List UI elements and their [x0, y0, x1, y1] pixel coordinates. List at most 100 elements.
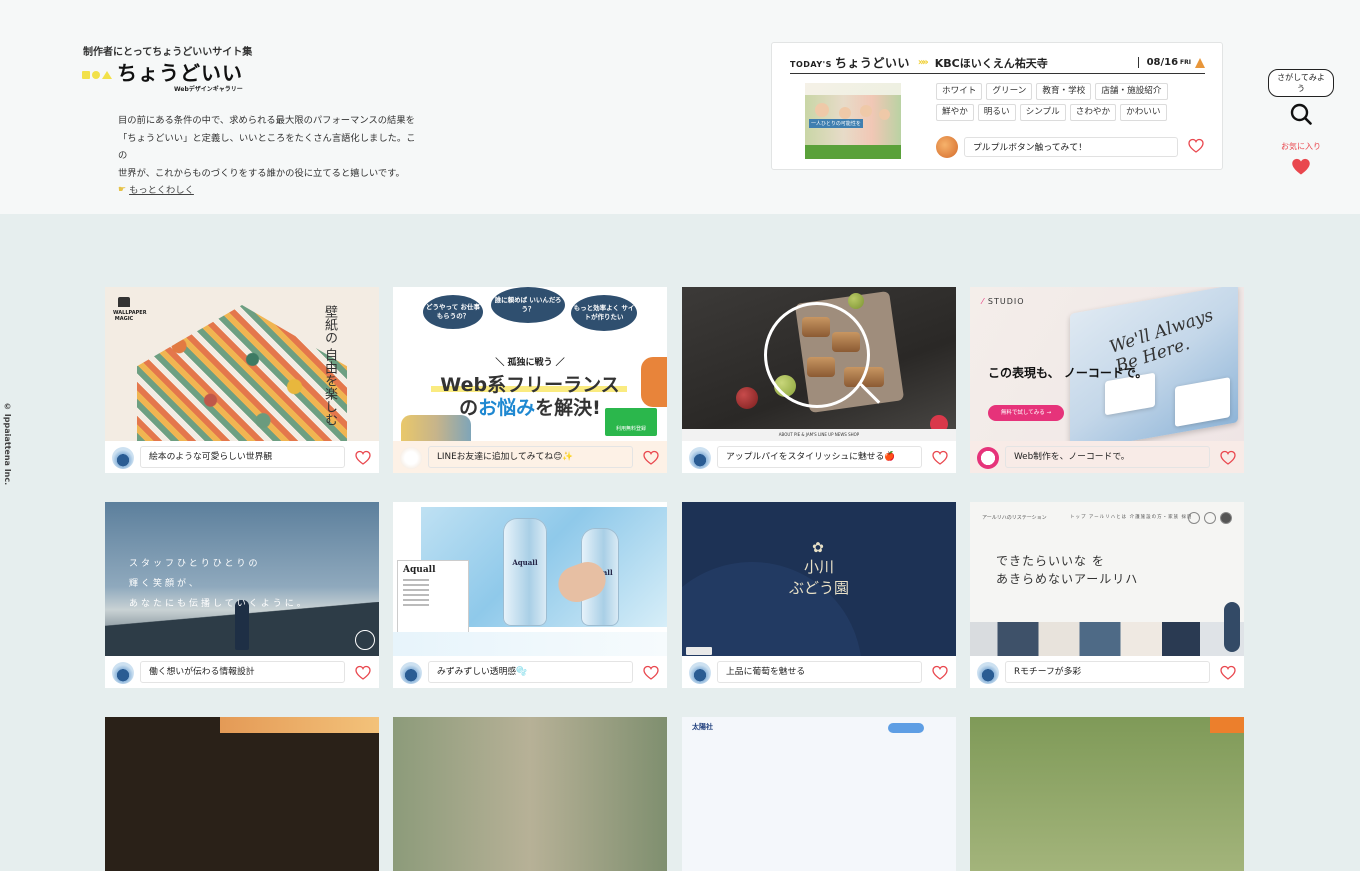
apple [736, 387, 758, 409]
avatar [112, 447, 134, 469]
today-label: TODAY'S ちょうどいい [790, 56, 910, 70]
tag[interactable]: ホワイト [936, 83, 983, 100]
gallery-card[interactable]: ⁄ STUDIO We'll Always Be Here. この表現も、 ノー… [970, 287, 1244, 473]
search-icon[interactable] [1290, 103, 1312, 125]
card-thumbnail[interactable]: どうやって お仕事もらうの？ 誰に頼めば いいんだろう？ もっと効率よく サイト… [393, 287, 667, 441]
heart-outline-icon[interactable] [1220, 450, 1236, 466]
heart-outline-icon[interactable] [932, 665, 948, 681]
animal-characters-illustration [401, 415, 471, 441]
gallery-card[interactable]: Aquall Aquall Aquall みずみずしい透明感🫧 [393, 502, 667, 688]
thumb-nav-icon [1220, 512, 1232, 524]
favorites-label[interactable]: お気に入り [1268, 141, 1334, 152]
thumb-nav-icon [1204, 512, 1216, 524]
card-thumbnail[interactable]: アールリハのリステーション トップ アールリハとは 介護施設の方・家族 採用 で… [970, 502, 1244, 656]
thumb-bubble: 誰に頼めば いいんだろう？ [491, 287, 565, 323]
thumb-bottom [393, 632, 667, 656]
tag[interactable]: 鮮やか [936, 104, 974, 121]
card-thumbnail[interactable]: ⁄ STUDIO We'll Always Be Here. この表現も、 ノー… [970, 287, 1244, 441]
grape-icon: ✿ [812, 540, 826, 556]
heart-outline-icon[interactable] [1188, 138, 1204, 154]
todays-pick-card[interactable]: TODAY'S ちょうどいい »» KBCほいくえん祐天寺 08/16 FRI 一人… [771, 42, 1223, 170]
heart-outline-icon[interactable] [643, 450, 659, 466]
staff-photo [970, 622, 1244, 656]
thumb-subheading: ＼ 孤独に戦う ／ [495, 358, 565, 368]
thumb-graphic [220, 717, 379, 733]
heart-outline-icon[interactable] [355, 450, 371, 466]
play-icon [355, 630, 375, 650]
side-badge [1224, 602, 1240, 652]
gallery-card[interactable]: ✿ 小川 ぶどう園 上品に葡萄を魅せる [682, 502, 956, 688]
tag[interactable]: 明るい [977, 104, 1016, 121]
tag[interactable]: シンプル [1019, 104, 1066, 121]
gallery-card[interactable]: ABOUT PIE & JAM'S LINE UP NEWS SHOP アップル… [682, 287, 956, 473]
today-site-avatar [936, 136, 958, 158]
floral-house-illustration [137, 305, 347, 441]
gallery-card[interactable]: スタッフひとりひとりの 輝く笑顔が、 あなたにも伝播していくように。 働く想いが… [105, 502, 379, 688]
today-date: 08/16 FRI [1137, 57, 1205, 68]
avatar [400, 447, 422, 469]
card-caption: 働く想いが伝わる情報設計 [140, 661, 345, 683]
card-thumbnail[interactable] [970, 717, 1244, 871]
gallery-card[interactable] [105, 717, 379, 871]
apple [848, 293, 864, 309]
card-thumbnail[interactable]: WALLPAPER MAGIC 壁紙の 自由を楽しむ [105, 287, 379, 441]
logo-text: ちょうどいい [117, 61, 243, 85]
avatar [689, 662, 711, 684]
search-area: さがしてみよう お気に入り [1268, 69, 1334, 181]
card-thumbnail[interactable] [105, 717, 379, 871]
card-thumbnail[interactable]: スタッフひとりひとりの 輝く笑顔が、 あなたにも伝播していくように。 [105, 502, 379, 656]
intro-line: 目の前にある条件の中で、求められる最大限のパフォーマンスの結果を [118, 115, 415, 126]
gallery-card[interactable] [970, 717, 1244, 871]
gallery-card[interactable]: WALLPAPER MAGIC 壁紙の 自由を楽しむ 絵本のような可愛らしい世界… [105, 287, 379, 473]
gallery-card[interactable]: どうやって お仕事もらうの？ 誰に頼めば いいんだろう？ もっと効率よく サイト… [393, 287, 667, 473]
card-thumbnail[interactable] [393, 717, 667, 871]
site-logo[interactable]: ちょうどいい Webデザインギャラリー [82, 61, 243, 93]
card-footer: アップルパイをスタイリッシュに魅せる🍎 [682, 441, 956, 473]
pizza-icon [1195, 57, 1205, 68]
logo-subtitle: Webデザインギャラリー [174, 86, 243, 93]
card-footer: LINEお友達に追加してみてね😊✨ [393, 441, 667, 473]
thumb-nav-icon [1188, 512, 1200, 524]
today-thumbnail[interactable]: 一人ひとりの可能性を [805, 83, 901, 159]
gallery-card[interactable] [393, 717, 667, 871]
grape-emblem: ✿ 小川 ぶどう園 [779, 540, 859, 598]
more-link[interactable]: ☛ もっとくわしく [118, 182, 418, 200]
card-thumbnail[interactable]: 太陽社 [682, 717, 956, 871]
thumb-copy: スタッフひとりひとりの 輝く笑顔が、 あなたにも伝播していくように。 [129, 559, 309, 609]
heart-outline-icon[interactable] [932, 450, 948, 466]
gallery-card[interactable]: アールリハのリステーション トップ アールリハとは 介護施設の方・家族 採用 で… [970, 502, 1244, 688]
double-arrow-icon: »» [917, 57, 929, 68]
card-thumbnail[interactable]: ABOUT PIE & JAM'S LINE UP NEWS SHOP [682, 287, 956, 441]
card-caption: 絵本のような可愛らしい世界観 [140, 446, 345, 468]
heart-outline-icon[interactable] [355, 665, 371, 681]
card-footer: みずみずしい透明感🫧 [393, 656, 667, 688]
avatar [400, 662, 422, 684]
search-bubble: さがしてみよう [1268, 69, 1334, 97]
tagline: 制作者にとってちょうどいいサイト集 [83, 47, 253, 58]
tag[interactable]: 教育・学校 [1036, 83, 1092, 100]
thumb-heading: 壁紙の 自由を楽しむ [322, 305, 337, 427]
thumb-bubble: もっと効率よく サイトが作りたい [571, 295, 637, 331]
intro-line: 「ちょうどいい」と定義し、いいところをたくさん言語化しました。この [118, 132, 416, 162]
heart-filled-icon[interactable] [1290, 157, 1312, 177]
tag[interactable]: さわやか [1069, 104, 1117, 121]
thumbnail-title: 一人ひとりの可能性を [809, 119, 863, 128]
card-thumbnail[interactable]: ✿ 小川 ぶどう園 [682, 502, 956, 656]
thumb-button: 無料で試してみる → [988, 405, 1064, 421]
heart-outline-icon[interactable] [1220, 665, 1236, 681]
heart-outline-icon[interactable] [643, 665, 659, 681]
card-footer: 上品に葡萄を魅せる [682, 656, 956, 688]
thumb-logo: ⁄ STUDIO [982, 297, 1025, 306]
tag[interactable]: 店舗・施設紹介 [1095, 83, 1168, 100]
tag[interactable]: グリーン [986, 83, 1033, 100]
more-link-label: もっとくわしく [129, 185, 194, 196]
tag[interactable]: かわいい [1120, 104, 1167, 121]
card-footer: Web制作を、ノーコードで。 [970, 441, 1244, 473]
card-thumbnail[interactable]: Aquall Aquall Aquall [393, 502, 667, 656]
card-caption: Rモチーフが多彩 [1005, 661, 1210, 683]
card-footer: 働く想いが伝わる情報設計 [105, 656, 379, 688]
gallery-card[interactable]: 太陽社 [682, 717, 956, 871]
today-site-name[interactable]: KBCほいくえん祐天寺 [935, 55, 1048, 71]
intro-line: 世界が、これからものづくりをする誰かの役に立てると嬉しいです。 [118, 167, 405, 179]
thumb-menu: Aquall [397, 560, 469, 634]
